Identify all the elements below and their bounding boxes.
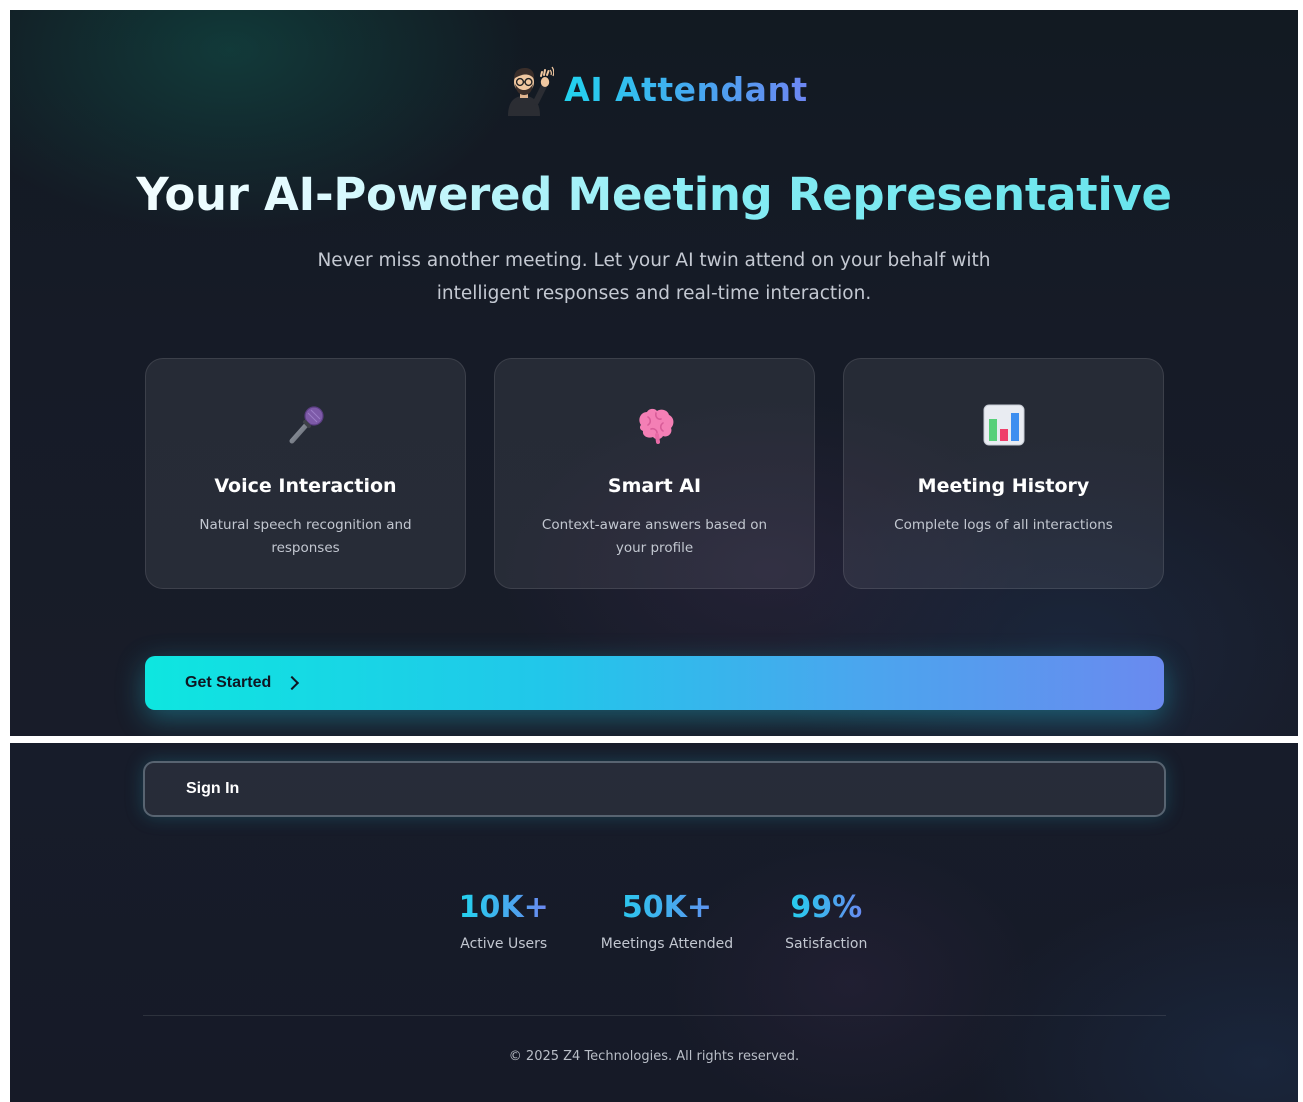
stats: 10K+ Active Users 50K+ Meetings Attended… <box>10 888 1298 952</box>
stat-label: Satisfaction <box>785 936 868 952</box>
footer-divider <box>143 1015 1166 1016</box>
stat-label: Active Users <box>460 936 548 952</box>
feature-title: Smart AI <box>607 475 702 497</box>
stat-value: 10K+ <box>459 888 549 928</box>
bar-chart-icon <box>982 403 1026 447</box>
stat-active-users: 10K+ Active Users <box>459 888 549 952</box>
microphone-icon <box>284 403 328 447</box>
feature-card-smart-ai: Smart AI Context-aware answers based on … <box>494 358 815 589</box>
chevron-right-icon <box>285 675 300 691</box>
sign-in-button[interactable]: Sign In <box>143 761 1166 817</box>
stat-value: 50K+ <box>601 888 733 928</box>
lower-section: Sign In 10K+ Active Users 50K+ Meetings … <box>10 743 1298 1102</box>
get-started-button[interactable]: Get Started <box>145 656 1164 710</box>
brain-icon <box>633 403 677 447</box>
stat-value: 99% <box>785 888 867 928</box>
footer-copyright: © 2025 Z4 Technologies. All rights reser… <box>508 1049 800 1064</box>
feature-title: Voice Interaction <box>214 475 397 497</box>
feature-description: Natural speech recognition and responses <box>199 517 412 556</box>
feature-description: Context-aware answers based on your prof… <box>541 517 768 556</box>
hero-title: Your AI-Powered Meeting Representative <box>10 168 1298 221</box>
waving-person-avatar-icon <box>500 62 555 116</box>
stat-label: Meetings Attended <box>600 936 734 952</box>
feature-description: Complete logs of all interactions <box>894 517 1113 533</box>
app-title: AI Attendant <box>564 69 808 109</box>
stat-meetings-attended: 50K+ Meetings Attended <box>601 888 733 952</box>
feature-title: Meeting History <box>917 475 1090 497</box>
get-started-label: Get Started <box>185 674 272 691</box>
stat-satisfaction: 99% Satisfaction <box>785 888 867 952</box>
feature-card-meeting-history: Meeting History Complete logs of all int… <box>843 358 1164 589</box>
feature-card-voice-interaction: Voice Interaction Natural speech recogni… <box>145 358 466 589</box>
sign-in-label: Sign In <box>186 780 240 797</box>
brand: AI Attendant <box>10 62 1298 116</box>
hero-subtitle: Never miss another meeting. Let your AI … <box>317 250 991 304</box>
feature-cards: Voice Interaction Natural speech recogni… <box>145 358 1164 589</box>
hero-section: AI Attendant Your AI-Powered Meeting Rep… <box>10 10 1298 736</box>
